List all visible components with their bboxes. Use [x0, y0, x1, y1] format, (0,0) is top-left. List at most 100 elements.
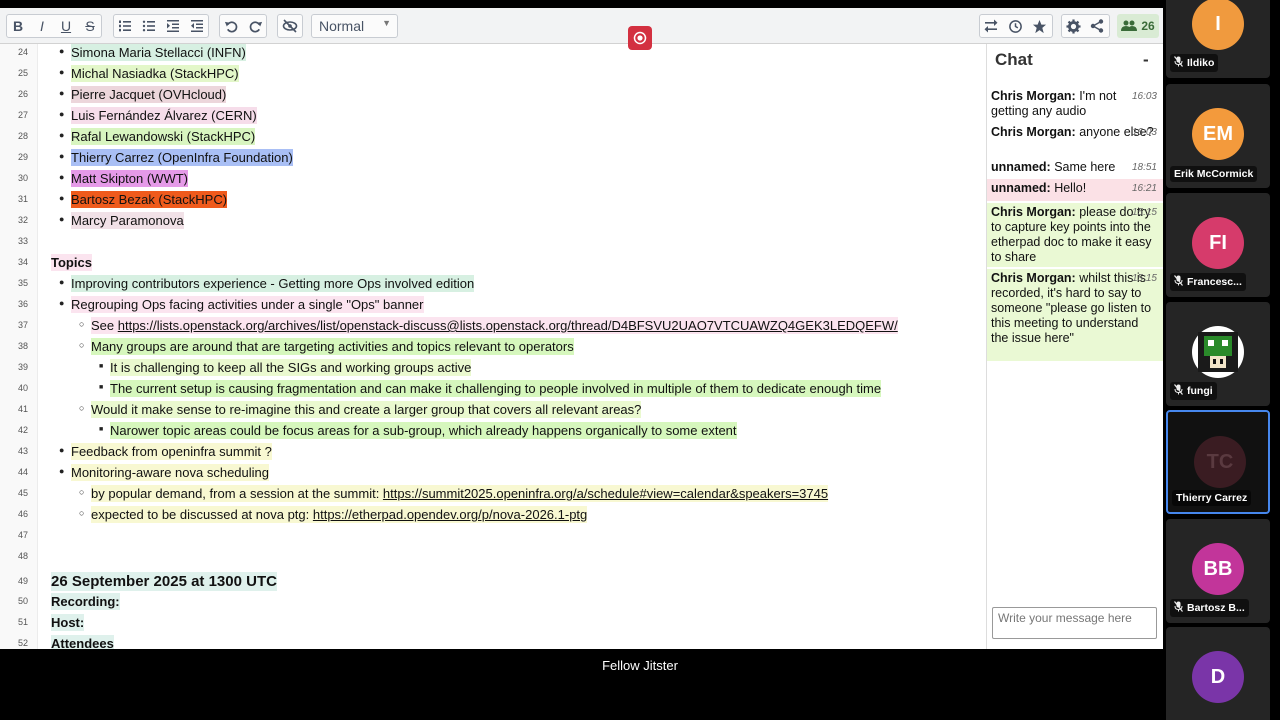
editor-line[interactable]: Marcy Paramonova	[71, 212, 184, 229]
muted-mic-icon	[1174, 275, 1183, 289]
participant-tile[interactable]: EM Erik McCormick	[1166, 84, 1270, 188]
line-link[interactable]: https://etherpad.opendev.org/p/nova-2026…	[313, 507, 587, 522]
editor-line[interactable]: Attendees	[51, 635, 114, 649]
line-text: Michal Nasiadka (StackHPC)	[71, 65, 239, 82]
line-link[interactable]: https://lists.openstack.org/archives/lis…	[118, 318, 898, 333]
line-number: 51	[17, 617, 28, 627]
line-text: Luis Fernández Álvarez (CERN)	[71, 107, 257, 124]
participant-tile[interactable]: fungi	[1166, 302, 1270, 406]
editor-line[interactable]: Host:	[51, 614, 85, 631]
list-bullet: ○	[79, 340, 85, 350]
editor-line[interactable]: Rafal Lewandowski (StackHPC)	[71, 128, 256, 145]
list-bullet: ○	[79, 403, 85, 413]
participant-tile[interactable]: TC Thierry Carrez	[1166, 410, 1270, 514]
line-number: 31	[17, 194, 28, 204]
undo-button[interactable]	[220, 15, 242, 37]
line-text: Matt Skipton (WWT)	[71, 170, 189, 187]
chat-panel: Chat - Chris Morgan: I'm not getting any…	[986, 44, 1163, 649]
chat-timestamp: 16:21	[1131, 183, 1157, 194]
undo-icon	[224, 20, 237, 32]
editor-line[interactable]: 26 September 2025 at 1300 UTC	[51, 572, 277, 591]
bold-button[interactable]: B	[7, 15, 29, 37]
line-text: 26 September 2025 at 1300 UTC	[51, 572, 277, 591]
users-button[interactable]: 26	[1117, 14, 1159, 38]
chat-text: Same here	[1050, 160, 1116, 174]
list-bullet: ■	[99, 384, 104, 391]
editor-line[interactable]: Feedback from openinfra summit ?	[71, 443, 272, 460]
line-prefix: See	[91, 318, 118, 333]
line-text: Marcy Paramonova	[71, 212, 184, 229]
editor-line[interactable]: Pierre Jacquet (OVHcloud)	[71, 86, 227, 103]
editor-line[interactable]: expected to be discussed at nova ptg: ht…	[91, 506, 588, 523]
avatar	[1192, 326, 1244, 378]
line-number: 27	[17, 110, 28, 120]
import-export-button[interactable]	[980, 15, 1002, 37]
timeslider-button[interactable]	[1004, 15, 1026, 37]
editor-line[interactable]: Recording:	[51, 593, 120, 610]
line-number: 34	[17, 257, 28, 267]
line-text: expected to be discussed at nova ptg: ht…	[91, 506, 588, 523]
chat-timestamp: 16:03	[1131, 127, 1157, 138]
editor-line[interactable]: Many groups are around that are targetin…	[91, 338, 574, 355]
share-button[interactable]	[1086, 15, 1108, 37]
editor-line[interactable]: Thierry Carrez (OpenInfra Foundation)	[71, 149, 293, 166]
editor-line[interactable]: Topics	[51, 254, 92, 271]
muted-mic-icon	[1174, 601, 1183, 615]
editor-line[interactable]: Michal Nasiadka (StackHPC)	[71, 65, 239, 82]
indent-button[interactable]	[162, 15, 184, 37]
editor-line[interactable]: Would it make sense to re-imagine this a…	[91, 401, 642, 418]
editor-line[interactable]: Monitoring-aware nova scheduling	[71, 464, 270, 481]
list-bullet: ●	[59, 46, 65, 56]
editor-line[interactable]: Regrouping Ops facing activities under a…	[71, 296, 424, 313]
avatar: I	[1192, 0, 1244, 50]
participant-tile[interactable]: D	[1166, 627, 1270, 720]
etherpad-document: B I U S Normal ▼ 26 24 25 26 27 28 29 30…	[0, 8, 1163, 649]
paragraph-style-select[interactable]: Normal ▼	[311, 14, 398, 38]
line-number: 48	[17, 551, 28, 561]
list-bullet: ■	[99, 426, 104, 433]
redo-button[interactable]	[244, 15, 266, 37]
editor-area[interactable]: 24 25 26 27 28 29 30 31 32 33 34 35 36 37 38 39 40 41 42 43…	[0, 44, 986, 649]
editor-line[interactable]: The current setup is causing fragmentati…	[110, 380, 882, 397]
star-button[interactable]	[1028, 15, 1050, 37]
chat-author: unnamed:	[991, 160, 1051, 174]
bullet-list-icon	[142, 20, 155, 32]
editor-line[interactable]: See https://lists.openstack.org/archives…	[91, 317, 898, 334]
clear-authorship-button[interactable]	[279, 15, 301, 37]
editor-line[interactable]: Simona Maria Stellacci (INFN)	[71, 44, 246, 61]
outdent-button[interactable]	[186, 15, 208, 37]
editor-line[interactable]: It is challenging to keep all the SIGs a…	[110, 359, 472, 376]
list-bullet: ○	[79, 487, 85, 497]
unordered-list-button[interactable]	[138, 15, 160, 37]
line-number: 38	[17, 341, 28, 351]
line-number: 35	[17, 278, 28, 288]
settings-button[interactable]	[1062, 15, 1084, 37]
participant-tile[interactable]: FI Francesc...	[1166, 193, 1270, 297]
participant-tile[interactable]: I Ildiko	[1166, 0, 1270, 78]
line-text: by popular demand, from a session at the…	[91, 485, 829, 502]
participant-tile[interactable]: BB Bartosz B...	[1166, 519, 1270, 623]
line-text: Bartosz Bezak (StackHPC)	[71, 191, 228, 208]
chat-message-input[interactable]: Write your message here	[992, 607, 1157, 639]
editor-line[interactable]: by popular demand, from a session at the…	[91, 485, 829, 502]
share-icon	[1090, 19, 1104, 33]
strikethrough-button[interactable]: S	[79, 15, 101, 37]
line-link[interactable]: https://summit2025.openinfra.org/a/sched…	[383, 486, 828, 501]
line-text: Pierre Jacquet (OVHcloud)	[71, 86, 227, 103]
editor-line[interactable]: Bartosz Bezak (StackHPC)	[71, 191, 228, 208]
underline-button[interactable]: U	[55, 15, 77, 37]
line-text: It is challenging to keep all the SIGs a…	[110, 359, 472, 376]
chevron-down-icon: ▼	[382, 18, 391, 28]
line-text: Attendees	[51, 635, 114, 649]
italic-button[interactable]: I	[31, 15, 53, 37]
editor-line[interactable]: Matt Skipton (WWT)	[71, 170, 189, 187]
editor-line[interactable]: Improving contributors experience - Gett…	[71, 275, 475, 292]
line-number: 50	[17, 596, 28, 606]
editor-line[interactable]: Luis Fernández Álvarez (CERN)	[71, 107, 257, 124]
ordered-list-button[interactable]	[114, 15, 136, 37]
line-text: Thierry Carrez (OpenInfra Foundation)	[71, 149, 293, 166]
editor-line[interactable]: Narower topic areas could be focus areas…	[110, 422, 737, 439]
list-bullet: ○	[79, 508, 85, 518]
chat-minimize-button[interactable]: -	[1143, 50, 1149, 70]
chat-timestamp: 18:51	[1131, 162, 1157, 173]
